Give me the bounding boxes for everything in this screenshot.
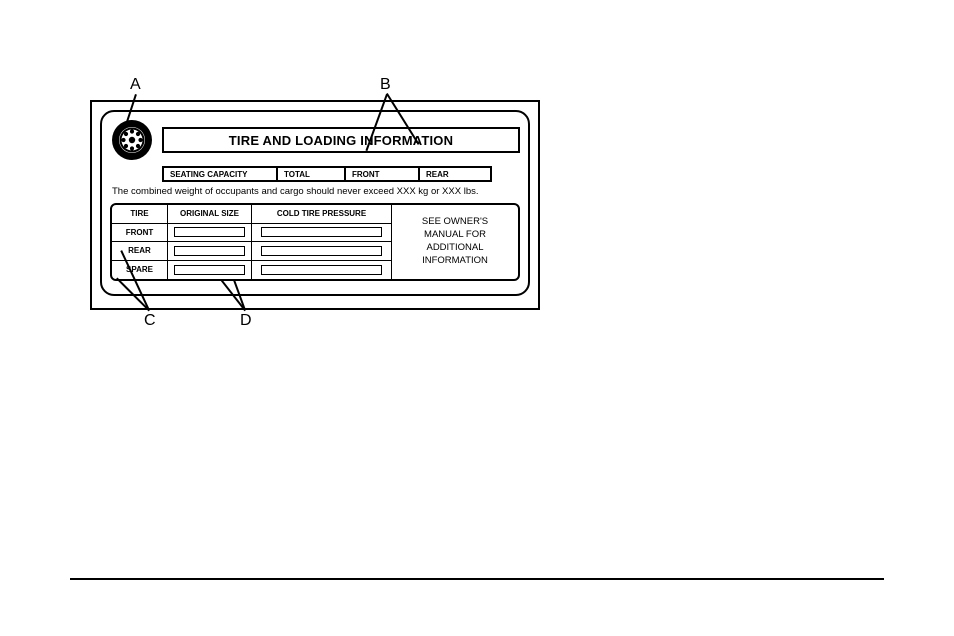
callout-C: C xyxy=(144,312,156,330)
tire-placard: TIRE AND LOADING INFORMATION SEATING CAP… xyxy=(100,110,530,296)
callout-A: A xyxy=(130,76,141,94)
side-note-line2: MANUAL FOR xyxy=(424,229,486,240)
seating-rear-label: REAR xyxy=(418,166,492,182)
combined-weight-text: The combined weight of occupants and car… xyxy=(110,186,520,197)
grid-row-spare-label: SPARE xyxy=(112,261,168,280)
callout-D: D xyxy=(240,312,252,330)
page: A B C D xyxy=(0,0,954,636)
side-note-line3: ADDITIONAL xyxy=(426,242,483,253)
diagram-box: TIRE AND LOADING INFORMATION SEATING CAP… xyxy=(90,100,540,310)
grid-header-tire: TIRE xyxy=(112,205,168,224)
tire-label-figure: A B C D xyxy=(90,80,540,310)
callout-B: B xyxy=(380,76,391,94)
tire-icon xyxy=(110,118,154,162)
side-note-line1: SEE OWNER'S xyxy=(422,216,488,227)
page-footer-rule xyxy=(70,578,884,580)
grid-front-size-blank xyxy=(168,224,252,243)
seating-total-label: TOTAL xyxy=(276,166,344,182)
seating-front-label: FRONT xyxy=(344,166,418,182)
see-owners-manual-note: SEE OWNER'S MANUAL FOR ADDITIONAL INFORM… xyxy=(392,205,518,279)
seating-capacity-label: SEATING CAPACITY xyxy=(162,166,276,182)
grid-header-size: ORIGINAL SIZE xyxy=(168,205,252,224)
grid-spare-pressure-blank xyxy=(252,261,392,280)
grid-row-rear-label: REAR xyxy=(112,242,168,261)
placard-title: TIRE AND LOADING INFORMATION xyxy=(162,127,520,153)
side-note-line4: INFORMATION xyxy=(422,255,488,266)
grid-front-pressure-blank xyxy=(252,224,392,243)
grid-spare-size-blank xyxy=(168,261,252,280)
grid-row-front-label: FRONT xyxy=(112,224,168,243)
tire-pressure-panel: TIRE ORIGINAL SIZE COLD TIRE PRESSURE FR… xyxy=(110,203,520,281)
grid-rear-size-blank xyxy=(168,242,252,261)
grid-header-pressure: COLD TIRE PRESSURE xyxy=(252,205,392,224)
tire-pressure-grid: TIRE ORIGINAL SIZE COLD TIRE PRESSURE FR… xyxy=(112,205,392,279)
placard-header-row: TIRE AND LOADING INFORMATION xyxy=(110,118,520,162)
grid-rear-pressure-blank xyxy=(252,242,392,261)
seating-capacity-row: SEATING CAPACITY TOTAL FRONT REAR xyxy=(162,166,520,182)
